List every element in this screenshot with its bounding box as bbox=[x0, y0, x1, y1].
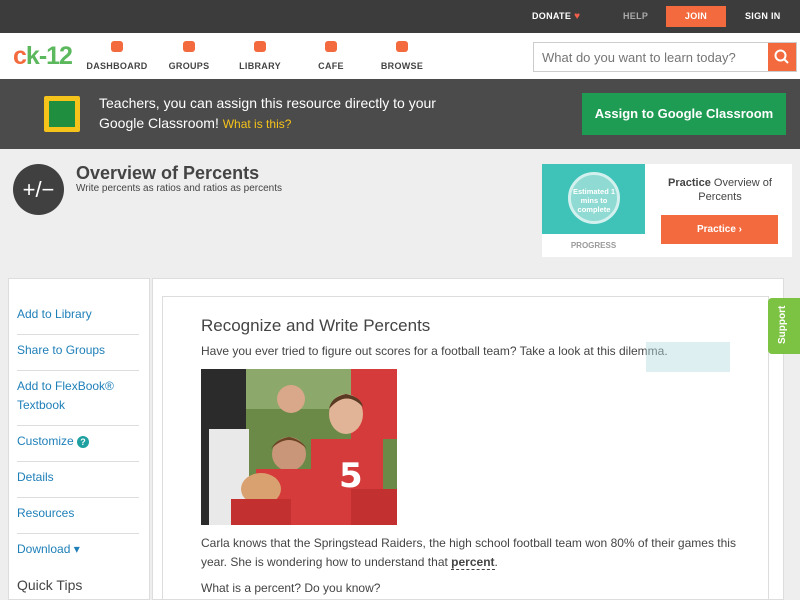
practice-card: Estimated 1 mins to complete PROGRESS Pr… bbox=[542, 164, 792, 257]
library-icon bbox=[254, 41, 266, 52]
google-classroom-banner: Teachers, you can assign this resource d… bbox=[0, 79, 800, 149]
body-paragraph: Carla knows that the Springstead Raiders… bbox=[201, 536, 736, 570]
help-icon[interactable]: ? bbox=[77, 436, 90, 448]
ck12-logo[interactable]: ck-12 bbox=[13, 42, 73, 71]
customize-link[interactable]: Customize ? bbox=[17, 422, 139, 462]
dashboard-icon bbox=[111, 41, 123, 52]
chevron-right-icon: › bbox=[738, 224, 743, 235]
nav-browse[interactable]: BROWSE bbox=[367, 41, 437, 74]
search-button[interactable] bbox=[768, 43, 796, 71]
nav-groups[interactable]: GROUPS bbox=[154, 41, 224, 74]
search-input[interactable] bbox=[534, 43, 767, 71]
section-title: Recognize and Write Percents bbox=[201, 316, 431, 335]
groups-icon bbox=[183, 41, 195, 52]
page-subtitle: Write percents as ratios and ratios as p… bbox=[76, 183, 283, 194]
nav-library[interactable]: LIBRARY bbox=[225, 41, 295, 74]
nav-dashboard[interactable]: DASHBOARD bbox=[82, 41, 152, 74]
top-bar: DONATE ♥ HELP JOIN SIGN IN bbox=[0, 0, 800, 33]
add-to-library-link[interactable]: Add to Library bbox=[17, 295, 139, 335]
football-photo: 5 bbox=[201, 369, 397, 525]
search-box bbox=[533, 42, 797, 72]
page-title: Overview of Percents bbox=[76, 163, 260, 183]
progress-label: PROGRESS bbox=[570, 241, 617, 250]
quick-tips-heading: Quick Tips bbox=[17, 577, 83, 593]
google-classroom-icon bbox=[44, 96, 80, 132]
resources-link[interactable]: Resources bbox=[17, 494, 139, 534]
practice-title: Practice Overview of Percents bbox=[668, 177, 772, 203]
download-link[interactable]: Download ▾ bbox=[17, 530, 139, 569]
assign-google-classroom-button[interactable]: Assign to Google Classroom bbox=[582, 93, 786, 135]
question-text: What is a percent? Do you know? bbox=[201, 581, 381, 595]
intro-text: Have you ever tried to figure out scores… bbox=[201, 344, 668, 358]
lightbulb-icon bbox=[396, 41, 408, 52]
chat-icon bbox=[325, 41, 337, 52]
plus-minus-icon: +/− bbox=[13, 164, 64, 215]
heart-icon: ♥ bbox=[574, 11, 581, 22]
help-link[interactable]: HELP bbox=[623, 0, 648, 33]
video-overlay[interactable] bbox=[646, 342, 730, 372]
practice-button[interactable]: Practice › bbox=[661, 215, 778, 244]
support-tab[interactable]: Support bbox=[768, 298, 800, 354]
teacher-message: Teachers, you can assign this resource d… bbox=[99, 95, 436, 131]
estimate-badge: Estimated 1 mins to complete bbox=[568, 172, 620, 224]
share-to-groups-link[interactable]: Share to Groups bbox=[17, 331, 139, 371]
details-link[interactable]: Details bbox=[17, 458, 139, 498]
search-icon bbox=[774, 49, 789, 64]
join-button[interactable]: JOIN bbox=[666, 6, 726, 27]
add-to-flexbook-link[interactable]: Add to FlexBook® Textbook bbox=[17, 367, 139, 426]
sign-in-link[interactable]: SIGN IN bbox=[745, 0, 781, 33]
practice-thumbnail: Estimated 1 mins to complete bbox=[542, 164, 645, 234]
what-is-this-link[interactable]: What is this? bbox=[223, 117, 292, 131]
donate-link[interactable]: DONATE ♥ bbox=[532, 0, 580, 33]
nav-cafe[interactable]: CAFE bbox=[296, 41, 366, 74]
percent-vocab-link[interactable]: percent bbox=[451, 555, 495, 570]
main-nav: ck-12 DASHBOARD GROUPS LIBRARY CAFE BROW… bbox=[0, 33, 800, 79]
sidebar: Add to Library Share to Groups Add to Fl… bbox=[8, 278, 150, 600]
